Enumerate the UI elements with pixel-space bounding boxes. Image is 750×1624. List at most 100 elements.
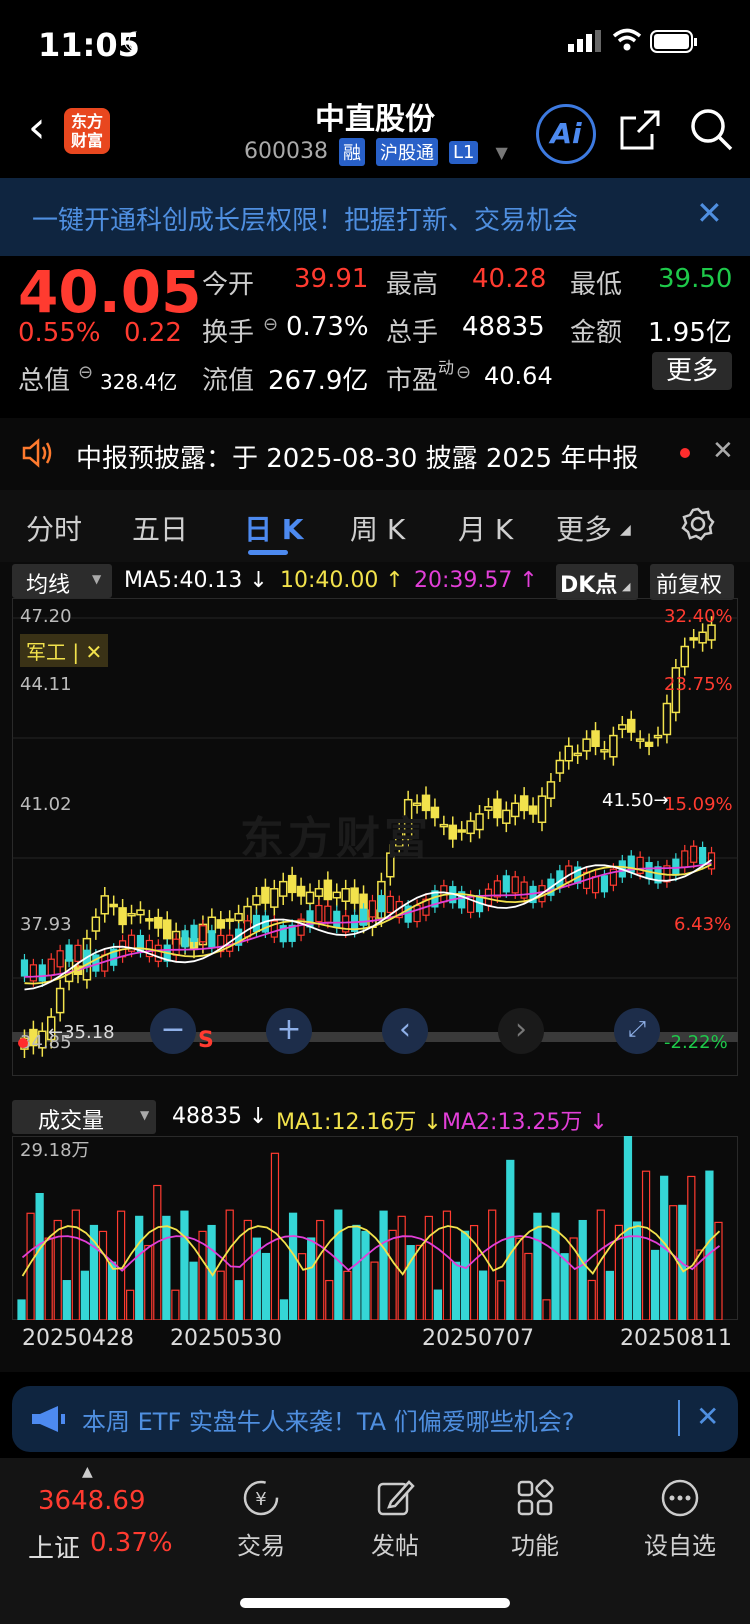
volume-bar xyxy=(415,1244,424,1320)
signal-icon xyxy=(568,30,604,56)
volume-bar xyxy=(578,1219,587,1320)
index-percent: 0.37% xyxy=(90,1528,173,1558)
volume-bar xyxy=(307,1237,316,1320)
ma-selector[interactable]: 均线 ▼ xyxy=(12,564,112,598)
index-value[interactable]: 3648.69 xyxy=(38,1486,146,1516)
chart-area: 均线 ▼ MA5:40.13 ↓ 10:40.00 ↑ 20:39.57 ↑ D… xyxy=(0,562,750,1372)
date-label-1: 20250428 xyxy=(22,1326,134,1351)
volume-current-text: 48835 xyxy=(172,1104,242,1129)
etf-banner[interactable]: 本周 ETF 实盘牛人来袭！TA 们偏爱哪些机会? ✕ xyxy=(12,1386,738,1452)
float-label: 流值 xyxy=(202,366,255,396)
info-icon[interactable]: ⊖ xyxy=(78,362,93,383)
settings-icon[interactable] xyxy=(680,506,716,546)
search-icon[interactable] xyxy=(688,106,734,156)
adjust-button[interactable]: 前复权 xyxy=(650,564,734,600)
tab-intraday[interactable]: 分时 xyxy=(26,508,82,548)
tab-monthly-k[interactable]: 月 K xyxy=(458,508,513,548)
date-label-2: 20250530 xyxy=(170,1326,282,1351)
period-tabs: 分时 五日 日 K 周 K 月 K 更多 ◢ xyxy=(0,490,750,562)
sector-tag[interactable]: 军工 | ✕ xyxy=(20,634,109,667)
volume-bar xyxy=(107,1261,117,1320)
volume-bar xyxy=(433,1289,443,1320)
candle-body xyxy=(296,885,306,897)
candle-body xyxy=(662,702,672,736)
dropdown-icon[interactable]: ▼ xyxy=(495,143,507,162)
volume-bar xyxy=(316,1219,325,1320)
nav-bar: ‹ 东方 财富 中直股份 600038 融 沪股通 L1 ▼ Ai xyxy=(0,90,750,176)
volume-ma2-text: MA2:13.25万 xyxy=(442,1110,583,1135)
zoom-in-button[interactable]: + xyxy=(266,1008,312,1054)
volume-bar xyxy=(189,1261,198,1320)
turnover-label: 换手 xyxy=(202,318,255,348)
tab-more[interactable]: 更多 xyxy=(556,508,612,548)
volume-bar xyxy=(650,1249,660,1320)
nav-custom[interactable]: 设自选 xyxy=(630,1458,730,1561)
volume-bar xyxy=(669,1205,678,1320)
candle-body xyxy=(609,734,618,758)
volume-bar xyxy=(153,1184,162,1320)
nav-trade[interactable]: ¥ 交易 xyxy=(216,1458,306,1561)
more-dots-icon xyxy=(661,1479,699,1517)
candle-body xyxy=(653,734,663,739)
candle-body xyxy=(350,887,359,904)
info-icon[interactable]: ⊖ xyxy=(263,314,278,335)
fullscreen-icon[interactable]: ⤢ xyxy=(614,1008,660,1054)
svg-text:¥: ¥ xyxy=(255,1489,266,1510)
grid-icon xyxy=(517,1479,554,1516)
overlay-body xyxy=(190,924,198,942)
mcap-value: 328.4亿 xyxy=(100,370,178,394)
more-button[interactable]: 更多 xyxy=(652,352,732,390)
event-dot[interactable] xyxy=(18,1038,28,1048)
overlay-body xyxy=(681,850,689,868)
candle-body xyxy=(466,820,475,835)
overlay-body xyxy=(368,900,377,918)
scroll-right-button[interactable]: › xyxy=(498,1008,544,1054)
candle-body xyxy=(626,718,636,733)
current-price: 40.05 xyxy=(18,258,202,326)
volume-bar xyxy=(451,1261,461,1320)
overlay-body xyxy=(47,958,55,976)
pe-value: 40.64 xyxy=(484,362,553,390)
close-icon[interactable]: ✕ xyxy=(712,436,734,466)
candle-body xyxy=(519,795,529,812)
nav-functions[interactable]: 功能 xyxy=(490,1458,580,1561)
candle-body xyxy=(252,895,261,906)
close-icon[interactable]: ✕ xyxy=(696,1400,719,1433)
volume-bar xyxy=(479,1270,488,1320)
volume-chart[interactable] xyxy=(12,1136,738,1320)
info-icon[interactable]: ⊖ xyxy=(456,362,471,383)
candle-body xyxy=(475,813,484,831)
ma20-line xyxy=(24,862,712,978)
close-icon[interactable]: ✕ xyxy=(696,194,723,232)
volume-bar xyxy=(388,1229,397,1320)
share-icon[interactable] xyxy=(618,108,662,156)
overlay-body xyxy=(315,904,323,923)
zoom-out-button[interactable]: − xyxy=(150,1008,196,1054)
nav-post[interactable]: 发帖 xyxy=(350,1458,440,1561)
tab-daily-k[interactable]: 日 K xyxy=(244,508,303,548)
tab-five-day[interactable]: 五日 xyxy=(132,508,188,548)
overlay-body xyxy=(699,846,707,865)
candle-body xyxy=(136,909,145,916)
volume-bar xyxy=(569,1237,578,1320)
dk-point-button[interactable]: DK点 ◢ xyxy=(556,564,638,600)
candle-body xyxy=(100,895,110,915)
candle-body xyxy=(430,806,440,819)
promo-banner[interactable]: 一键开通科创成长层权限！把握打新、交易机会 ✕ xyxy=(0,178,750,256)
candle-body xyxy=(635,738,645,742)
ai-icon[interactable]: Ai xyxy=(536,104,596,164)
candle-body xyxy=(234,912,243,922)
overlay-body xyxy=(413,904,421,923)
expand-up-icon[interactable]: ▲ xyxy=(82,1464,93,1480)
volume-selector[interactable]: 成交量 ▼ xyxy=(12,1100,156,1134)
overlay-body xyxy=(377,895,385,913)
overlay-body xyxy=(359,908,368,926)
tab-weekly-k[interactable]: 周 K xyxy=(350,508,405,548)
speaker-icon xyxy=(20,436,54,474)
volume-bar xyxy=(261,1252,271,1320)
scroll-left-button[interactable]: ‹ xyxy=(382,1008,428,1054)
edit-icon xyxy=(377,1480,415,1516)
candle-body xyxy=(502,809,511,824)
overlay-body xyxy=(20,959,29,977)
disclosure-bar[interactable]: 中报预披露：于 2025-08-30 披露 2025 年中报 ✕ xyxy=(0,418,750,490)
